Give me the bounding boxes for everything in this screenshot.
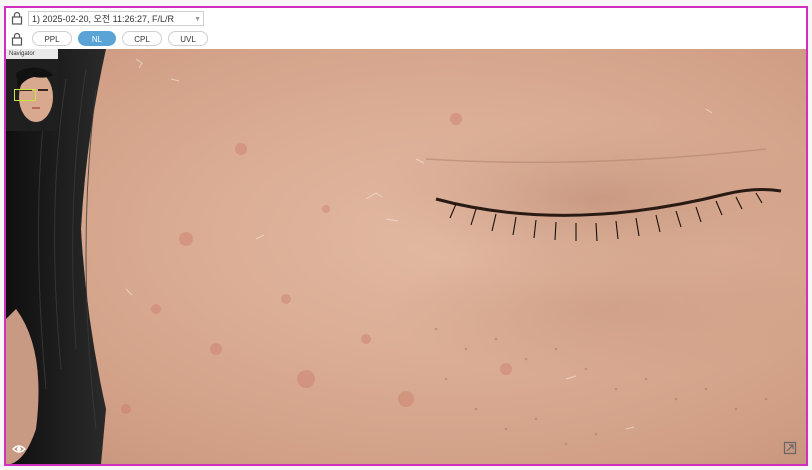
mode-button-nl[interactable]: NL [78, 31, 116, 46]
session-select-value: 1) 2025-02-20, 오전 11:26:27, F/L/R [32, 13, 174, 24]
lock-icon[interactable] [10, 32, 24, 46]
lock-icon[interactable] [10, 11, 24, 25]
mode-button-uvl[interactable]: UVL [168, 31, 208, 46]
skin-image-viewer[interactable] [6, 49, 806, 464]
eye-icon[interactable] [12, 442, 26, 456]
navigator-thumbnail[interactable] [6, 59, 58, 131]
mode-button-ppl[interactable]: PPL [32, 31, 72, 46]
session-select[interactable]: 1) 2025-02-20, 오전 11:26:27, F/L/R ▼ [28, 10, 204, 26]
navigator-panel[interactable]: Navigator [6, 49, 58, 131]
compare-icon[interactable] [783, 441, 797, 455]
session-toolbar: 1) 2025-02-20, 오전 11:26:27, F/L/R ▼ [6, 8, 806, 28]
mode-button-cpl[interactable]: CPL [122, 31, 162, 46]
mode-toolbar: PPL NL CPL UVL [6, 28, 806, 49]
skin-photo [6, 49, 806, 464]
navigator-viewport-box[interactable] [14, 89, 36, 101]
navigator-label: Navigator [6, 49, 58, 59]
chevron-down-icon: ▼ [194, 15, 201, 23]
app-window: 1) 2025-02-20, 오전 11:26:27, F/L/R ▼ PPL … [0, 0, 812, 470]
